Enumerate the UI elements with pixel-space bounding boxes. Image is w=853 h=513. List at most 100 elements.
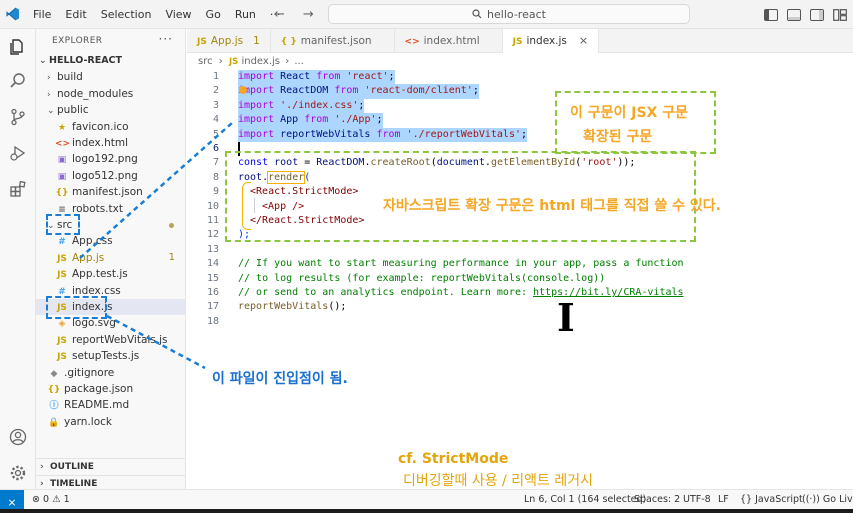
tree-item-build[interactable]: › build [36, 69, 185, 85]
code-line-4[interactable]: import App from './App'; [238, 113, 383, 128]
problems-indicator[interactable]: ⊗ 0 ⚠ 1 [32, 490, 70, 510]
language-mode[interactable]: {} JavaScript [740, 490, 803, 510]
code-line-16[interactable]: // or send to an analytics endpoint. Lea… [238, 286, 684, 300]
command-center-search[interactable]: hello-react [328, 4, 690, 24]
tab-app-js[interactable]: JS App.js 1 [187, 29, 271, 53]
json-file-icon: { } [280, 37, 297, 47]
outline-section[interactable]: › OUTLINE [36, 458, 185, 475]
ibeam-cursor-icon: I [557, 295, 575, 340]
tab-index-js[interactable]: JS index.js × [502, 29, 600, 53]
line-number: 17 [206, 301, 219, 313]
error-icon: ⊗ [32, 494, 40, 505]
go-live-button[interactable]: ((·)) Go Live [802, 490, 853, 510]
tree-item-label: node_modules [57, 87, 134, 100]
code-line-1[interactable]: import React from 'react'; [238, 70, 395, 85]
go-live-label: Go Live [822, 494, 853, 505]
tree-item-node-modules[interactable]: › node_modules [36, 86, 185, 102]
line-number: 13 [206, 243, 219, 255]
line-number: 3 [212, 99, 219, 111]
code-editor[interactable]: 1 2 3 4 5 6 7 8 9 10 11 12 13 14 15 16 17 18 import React… [187, 70, 853, 489]
line-number: 7 [212, 157, 219, 169]
broadcast-icon: ((·)) [802, 494, 820, 505]
jsx-annotation-line1: 이 구문이 JSX 구문 [570, 105, 688, 121]
back-button[interactable]: ← [274, 7, 285, 22]
tree-item-logo512-png[interactable]: ▣ logo512.png [36, 168, 185, 184]
json-file-icon: {} [55, 188, 69, 199]
warning-count: 1 [63, 494, 70, 505]
tree-item-readme-md[interactable]: ⓘ README.md [36, 397, 185, 413]
search-icon[interactable] [0, 63, 36, 99]
chevron-right-icon: › [40, 479, 44, 489]
lightbulb-icon[interactable] [239, 86, 247, 94]
tree-item-index-html[interactable]: <> index.html [36, 135, 185, 151]
tree-item-app-css[interactable]: # App.css [36, 233, 185, 249]
img-file-icon: ▣ [57, 155, 67, 166]
encoding[interactable]: UTF-8 [683, 490, 711, 510]
end-of-line[interactable]: LF [718, 490, 729, 510]
breadcrumb-folder[interactable]: src [198, 56, 213, 67]
timeline-section[interactable]: › TIMELINE [36, 475, 185, 489]
tree-item-setuptests-js[interactable]: JS setupTests.js [36, 348, 185, 364]
line-number: 11 [206, 215, 219, 226]
project-root[interactable]: ⌄ HELLO-REACT [36, 53, 185, 69]
tree-item-reportwebvitals-js[interactable]: JS reportWebVitals.js [36, 332, 185, 348]
cursor-position[interactable]: Ln 6, Col 1 (164 selected) [524, 490, 646, 510]
line-number: 8 [212, 171, 219, 183]
source-control-icon[interactable] [0, 99, 36, 135]
indentation[interactable]: Spaces: 2 [634, 490, 680, 510]
tree-item-package-json[interactable]: {} package.json [36, 381, 185, 397]
chevron-down-icon: ⌄ [39, 56, 47, 66]
forward-button[interactable]: → [303, 7, 314, 22]
tree-item-manifest-json[interactable]: {} manifest.json [36, 184, 185, 200]
breadcrumb-file[interactable]: index.js [241, 56, 280, 67]
menu-go[interactable]: Go [199, 0, 228, 29]
menu-edit[interactable]: Edit [58, 0, 93, 29]
breadcrumb-symbol[interactable]: ... [294, 56, 304, 67]
tree-item-label: setupTests.js [72, 350, 140, 363]
account-icon[interactable] [0, 419, 36, 455]
line-number: 1 [212, 71, 219, 82]
os-taskbar-strip [0, 509, 853, 513]
tree-item-label: reportWebVitals.js [72, 333, 168, 346]
tree-item-app-js[interactable]: JS App.js 1 [36, 250, 185, 266]
explorer-more-actions[interactable]: ··· [159, 32, 173, 46]
extensions-icon[interactable] [0, 171, 36, 207]
code-line-3[interactable]: import './index.css'; [238, 98, 365, 114]
js-file-icon: JS [57, 352, 67, 363]
tree-item-public[interactable]: ⌄ public [36, 102, 185, 118]
menu-file[interactable]: File [26, 0, 58, 29]
run-debug-icon[interactable] [0, 135, 36, 171]
jsx-annotation-line2: 확장된 구문 [583, 129, 653, 145]
tree-item-label: logo.svg [72, 317, 116, 330]
tree-item--gitignore[interactable]: ◆ .gitignore [36, 365, 185, 381]
customize-layout-icon[interactable] [833, 8, 847, 21]
menu-run[interactable]: Run [228, 0, 263, 29]
tab-manifest-json[interactable]: { } manifest.json [271, 29, 395, 53]
tree-item-label: build [57, 71, 83, 84]
tree-item-favicon-ico[interactable]: ★ favicon.ico [36, 119, 185, 135]
code-line-17[interactable]: reportWebVitals(); [238, 300, 346, 314]
chevron-right-icon: › [47, 73, 51, 84]
explorer-sidebar: EXPLORER ··· ⌄ HELLO-REACT › build › node_mo… [36, 29, 186, 489]
code-line-5[interactable]: import reportWebVitals from './reportWeb… [238, 127, 528, 142]
problem-count-badge: 1 [168, 251, 175, 263]
settings-gear-icon[interactable] [0, 455, 36, 491]
code-line-15[interactable]: // to log results (for example: reportWe… [238, 272, 605, 286]
line-number: 10 [206, 200, 219, 212]
tab-index-html[interactable]: <> index.html [395, 29, 503, 53]
menu-view[interactable]: View [158, 0, 198, 29]
code-line-14[interactable]: // If you want to start measuring perfor… [238, 257, 684, 271]
toggle-panel-icon[interactable] [787, 8, 801, 21]
tree-item-logo192-png[interactable]: ▣ logo192.png [36, 151, 185, 167]
explorer-title: EXPLORER [52, 36, 103, 46]
code-line-2[interactable]: import ReactDOM from 'react-dom/client'; [238, 84, 479, 99]
toggle-sidebar-icon[interactable] [764, 8, 778, 21]
close-tab-icon[interactable]: × [579, 34, 588, 47]
explorer-icon[interactable] [0, 29, 36, 65]
tree-item-app-test-js[interactable]: JS App.test.js [36, 266, 185, 282]
toggle-secondary-sidebar-icon[interactable] [810, 8, 824, 21]
tree-item-label: favicon.ico [72, 120, 129, 133]
menu-selection[interactable]: Selection [94, 0, 159, 29]
vitals-link[interactable]: https://bit.ly/CRA-vitals [533, 287, 684, 298]
tree-item-yarn-lock[interactable]: 🔒 yarn.lock [36, 414, 185, 430]
